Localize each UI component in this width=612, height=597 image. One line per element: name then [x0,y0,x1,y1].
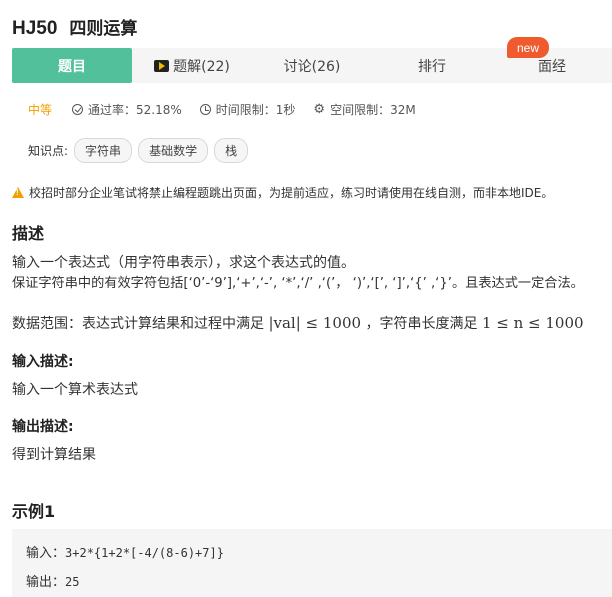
tab-discussion-label: 讨论(26) [283,58,341,75]
description-line-2: 保证字符串中的有效字符包括[‘0’-‘9’],‘+’,‘-’, ‘*’,‘/’ … [12,276,584,291]
example-box: 输入：3+2*{1+2*[-4/(8-6)+7]} 输出：25 [12,529,612,597]
clock-icon [199,104,211,115]
problem-meta: 中等 通过率：52.18% 时间限制：1秒 ⚙ 空间限制：32M [28,101,434,118]
tab-interview-label: 面经 [538,58,566,75]
difficulty-label: 中等 [28,103,53,117]
video-play-icon [154,59,170,72]
space-limit-text: 空间限制：32M [330,103,416,117]
tag-string[interactable]: 字符串 [74,138,133,163]
new-badge: new [507,37,550,58]
example-output-value: 25 [65,575,80,589]
tags-label: 知识点: [28,144,69,158]
tab-problem-label: 题目 [58,58,86,75]
exam-notice: 校招时部分企业笔试将禁止编程题跳出页面，为提前适应，练习时请使用在线自测，而非本… [12,184,553,201]
tag-basic-math[interactable]: 基础数学 [138,138,209,163]
example-input-value: 3+2*{1+2*[-4/(8-6)+7]} [65,546,224,560]
time-limit: 时间限制：1秒 [199,101,296,118]
knowledge-tags: 知识点: 字符串 基础数学 栈 [28,138,254,163]
problem-id: HJ50 [12,18,58,39]
output-desc-heading: 输出描述: [12,419,74,435]
input-desc-heading: 输入描述: [12,354,74,370]
data-range-middle: ，字符串长度满足 [361,316,482,332]
pass-rate-text: 通过率：52.18% [88,103,182,117]
tab-solutions[interactable]: 题解(22) [132,48,252,83]
example-output-label: 输出： [26,575,66,590]
check-circle-icon [72,104,84,115]
tab-ranking-label: 排行 [418,58,446,75]
data-range-math-2: 1 ≤ n ≤ 1000 [481,314,584,332]
example-output: 输出：25 [26,571,79,590]
input-desc-text: 输入一个算术表达式 [12,382,138,398]
tab-solutions-label: 题解(22) [173,58,230,75]
tab-problem[interactable]: 题目 [12,48,132,83]
problem-title: HJ50 四则运算 [12,14,137,40]
example-input: 输入：3+2*{1+2*[-4/(8-6)+7]} [26,542,224,561]
warning-icon [12,187,24,198]
data-range-prefix: 数据范围：表达式计算结果和过程中满足 [12,316,269,332]
data-range: 数据范围：表达式计算结果和过程中满足 |val| ≤ 1000 ，字符串长度满足… [12,313,584,333]
output-desc-text: 得到计算结果 [12,447,96,463]
memory-icon: ⚙ [313,102,326,117]
example-input-label: 输入： [26,546,66,561]
tag-stack[interactable]: 栈 [214,138,249,163]
problem-name: 四则运算 [69,19,138,39]
space-limit: ⚙ 空间限制：32M [313,101,415,118]
notice-text: 校招时部分企业笔试将禁止编程题跳出页面，为提前适应，练习时请使用在线自测，而非本… [29,186,554,200]
description-line-1: 输入一个表达式（用字符串表示），求这个表达式的值。 [12,255,355,271]
description-heading: 描述 [12,224,45,243]
tab-discussion[interactable]: 讨论(26) [252,48,372,83]
pass-rate: 通过率：52.18% [72,101,182,118]
data-range-math-1: |val| ≤ 1000 [268,314,362,332]
tab-ranking[interactable]: 排行 [372,48,492,83]
time-limit-text: 时间限制：1秒 [215,103,296,117]
example-heading: 示例1 [12,502,56,521]
